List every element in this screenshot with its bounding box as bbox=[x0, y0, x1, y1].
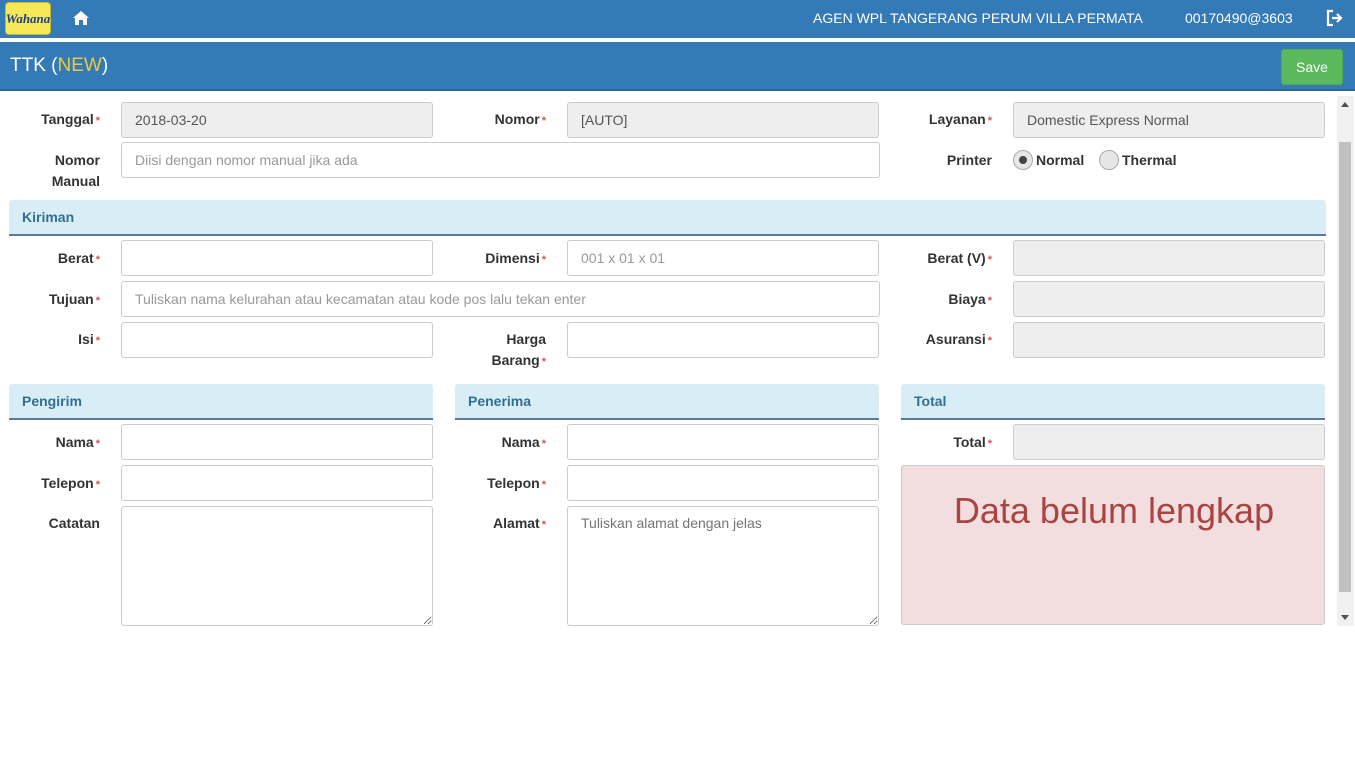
nomor-field[interactable]: [AUTO] bbox=[567, 102, 879, 138]
berat-input[interactable] bbox=[121, 240, 433, 276]
tujuan-label: Tujuan * bbox=[48, 291, 100, 307]
printer-radio-normal[interactable]: Normal bbox=[1013, 150, 1084, 170]
home-icon[interactable] bbox=[72, 9, 90, 27]
isi-label: Isi * bbox=[78, 331, 100, 347]
section-pengirim: Pengirim bbox=[9, 384, 433, 420]
agent-name: AGEN WPL TANGERANG PERUM VILLA PERMATA bbox=[813, 10, 1143, 26]
wahana-logo[interactable]: Wahana bbox=[5, 2, 51, 35]
page-title-bar: TTK (NEW) Save bbox=[0, 42, 1355, 91]
incomplete-data-alert: Data belum lengkap bbox=[901, 465, 1325, 625]
pengirim-nama-label: Nama * bbox=[55, 434, 100, 450]
scroll-up-icon[interactable] bbox=[1341, 102, 1349, 107]
nomor-manual-input[interactable]: Diisi dengan nomor manual jika ada bbox=[121, 142, 880, 178]
layanan-field[interactable]: Domestic Express Normal bbox=[1013, 102, 1325, 138]
total-label: Total * bbox=[953, 434, 992, 450]
tanggal-label: Tanggal * bbox=[41, 111, 100, 127]
printer-radio-thermal[interactable]: Thermal bbox=[1099, 150, 1176, 170]
penerima-telepon-input[interactable] bbox=[567, 465, 879, 501]
nomor-label: Nomor * bbox=[494, 111, 546, 127]
logout-icon[interactable] bbox=[1326, 9, 1344, 27]
radio-selected-icon bbox=[1013, 150, 1033, 170]
alamat-label: Alamat * bbox=[493, 515, 546, 531]
penerima-nama-label: Nama * bbox=[501, 434, 546, 450]
pengirim-nama-input[interactable] bbox=[121, 424, 433, 460]
section-penerima: Penerima bbox=[455, 384, 879, 420]
vertical-scrollbar[interactable] bbox=[1337, 96, 1354, 626]
berat-label: Berat * bbox=[57, 250, 100, 266]
berat-v-field[interactable] bbox=[1013, 240, 1325, 276]
nomor-manual-label: Nomor Manual bbox=[51, 152, 100, 189]
pengirim-telepon-label: Telepon * bbox=[41, 475, 100, 491]
asuransi-field[interactable] bbox=[1013, 322, 1325, 358]
berat-v-label: Berat (V) * bbox=[927, 250, 992, 266]
dimensi-label: Dimensi * bbox=[485, 250, 546, 266]
penerima-nama-input[interactable] bbox=[567, 424, 879, 460]
status-badge: NEW bbox=[57, 55, 102, 76]
section-total: Total bbox=[901, 384, 1325, 420]
pengirim-telepon-input[interactable] bbox=[121, 465, 433, 501]
scroll-thumb[interactable] bbox=[1339, 142, 1351, 592]
catatan-textarea[interactable] bbox=[121, 506, 433, 626]
biaya-field[interactable] bbox=[1013, 281, 1325, 317]
tujuan-input[interactable]: Tuliskan nama kelurahan atau kecamatan a… bbox=[121, 281, 880, 317]
asuransi-label: Asuransi * bbox=[925, 331, 992, 347]
alamat-textarea[interactable] bbox=[567, 506, 879, 626]
scroll-down-icon[interactable] bbox=[1341, 615, 1349, 620]
catatan-label: Catatan bbox=[48, 515, 100, 531]
user-id[interactable]: 00170490@3603 bbox=[1185, 10, 1293, 26]
harga-barang-input[interactable] bbox=[567, 322, 879, 358]
layanan-label: Layanan * bbox=[928, 111, 992, 127]
radio-unselected-icon bbox=[1099, 150, 1119, 170]
top-navbar: Wahana AGEN WPL TANGERANG PERUM VILLA PE… bbox=[0, 0, 1355, 38]
section-kiriman: Kiriman bbox=[9, 200, 1326, 236]
biaya-label: Biaya * bbox=[948, 291, 992, 307]
alert-message: Data belum lengkap bbox=[953, 490, 1275, 531]
harga-barang-label: Harga Barang * bbox=[491, 331, 546, 368]
dimensi-input[interactable]: 001 x 01 x 01 bbox=[567, 240, 879, 276]
tanggal-field[interactable]: 2018-03-20 bbox=[121, 102, 433, 138]
page-title: TTK (NEW) bbox=[10, 55, 109, 76]
isi-input[interactable] bbox=[121, 322, 433, 358]
printer-label: Printer bbox=[946, 152, 992, 168]
save-button[interactable]: Save bbox=[1281, 49, 1343, 85]
total-field[interactable] bbox=[1013, 424, 1325, 460]
penerima-telepon-label: Telepon * bbox=[487, 475, 546, 491]
